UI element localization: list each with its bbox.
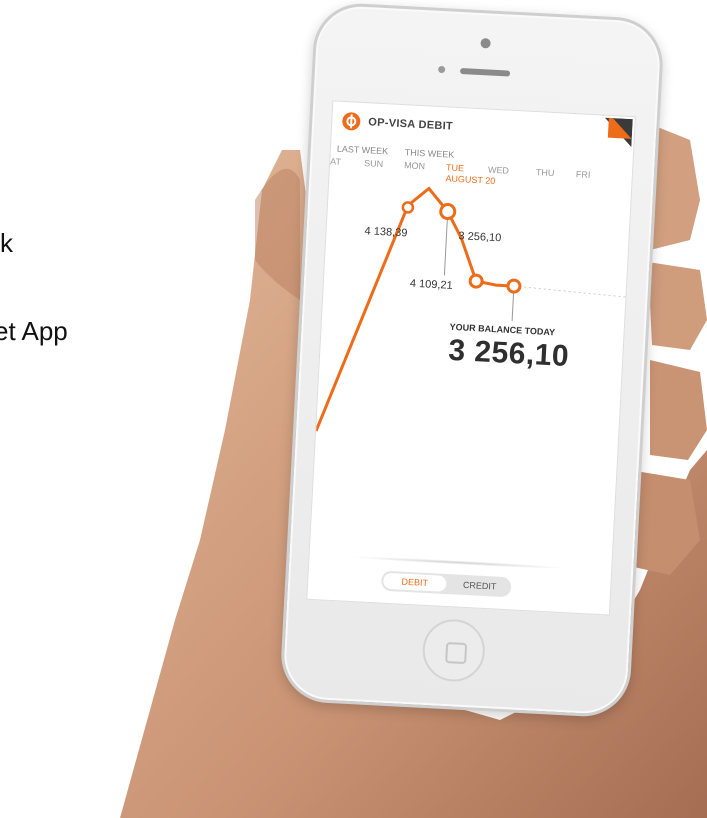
dotted-extension xyxy=(513,285,626,298)
drop-line-2 xyxy=(511,291,515,322)
point-tue xyxy=(439,203,457,221)
phone-device: OP-VISA DEBIT LAST WEEK THIS WEEK AT SUN… xyxy=(278,1,666,719)
drop-line-1 xyxy=(443,217,448,276)
point-mon xyxy=(401,201,415,214)
credit-tab[interactable]: CREDIT xyxy=(448,574,512,597)
point-wed xyxy=(468,273,484,289)
app-screen: OP-VISA DEBIT LAST WEEK THIS WEEK AT SUN… xyxy=(306,100,636,616)
value-label-1: 4 138,39 xyxy=(364,225,408,240)
point-today xyxy=(506,278,522,294)
balance-value: 3 256,10 xyxy=(447,333,570,374)
balance-chart xyxy=(314,186,626,432)
balance-line xyxy=(314,186,515,432)
debit-tab[interactable]: DEBIT xyxy=(382,572,447,592)
value-label-2: 3 256,10 xyxy=(458,230,502,245)
value-label-3: 4 109,21 xyxy=(409,277,453,292)
home-square-icon xyxy=(445,642,468,665)
debit-credit-toggle: DEBIT CREDIT xyxy=(380,570,512,598)
divider-shadow xyxy=(349,554,570,571)
